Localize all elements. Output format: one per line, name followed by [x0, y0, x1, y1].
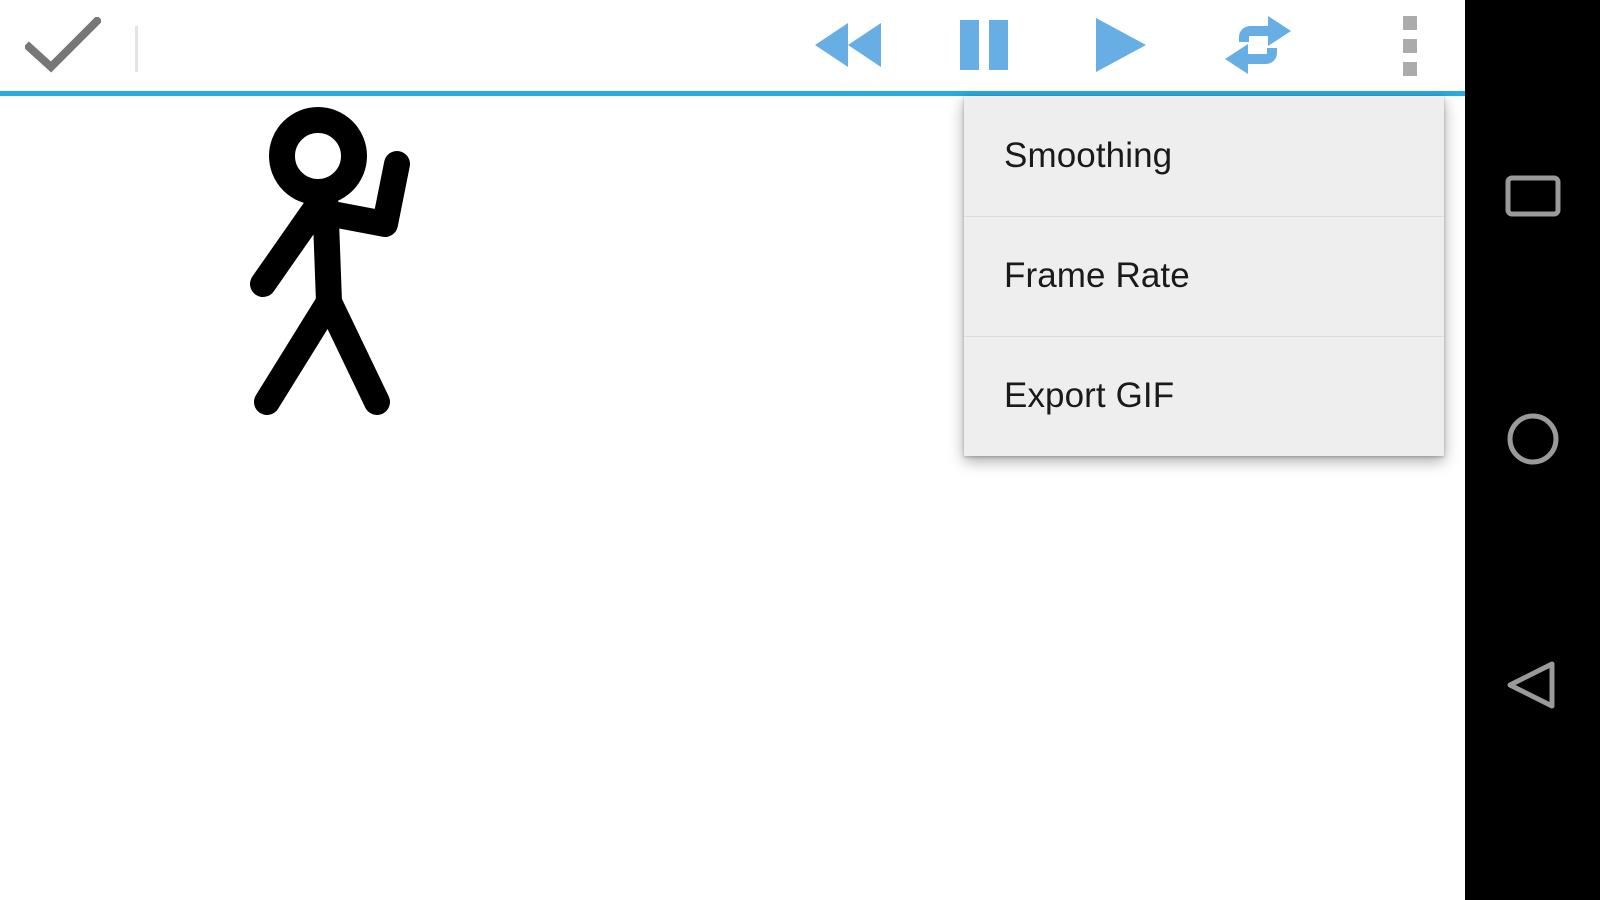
loop-button[interactable] — [1206, 6, 1310, 86]
pause-icon — [957, 18, 1011, 75]
nav-back-button[interactable] — [1465, 632, 1600, 742]
android-navigation-bar — [1465, 0, 1600, 900]
triangle-left-icon — [1502, 654, 1564, 721]
loop-icon — [1221, 14, 1295, 79]
top-toolbar — [0, 0, 1465, 110]
overflow-menu-button[interactable] — [1352, 6, 1440, 86]
menu-item-frame-rate[interactable]: Frame Rate — [964, 216, 1444, 336]
toolbar-divider — [135, 26, 138, 72]
square-icon — [1502, 164, 1564, 231]
pause-button[interactable] — [932, 6, 1036, 86]
app-area: Smoothing Frame Rate Export GIF — [0, 0, 1465, 900]
nav-home-button[interactable] — [1465, 386, 1600, 496]
confirm-check-button[interactable] — [14, 6, 112, 86]
rewind-button[interactable] — [796, 6, 900, 86]
play-button[interactable] — [1068, 6, 1172, 86]
stick-figure-drawing — [225, 106, 485, 431]
overflow-dropdown-menu: Smoothing Frame Rate Export GIF — [964, 96, 1444, 456]
app-root: Smoothing Frame Rate Export GIF — [0, 0, 1600, 900]
menu-item-export-gif[interactable]: Export GIF — [964, 336, 1444, 456]
more-vertical-icon — [1403, 16, 1417, 76]
check-icon — [23, 14, 103, 76]
menu-item-label: Export GIF — [1004, 376, 1175, 415]
menu-item-smoothing[interactable]: Smoothing — [964, 96, 1444, 216]
circle-icon — [1502, 408, 1564, 475]
menu-item-label: Frame Rate — [1004, 256, 1190, 295]
menu-item-label: Smoothing — [1004, 136, 1173, 175]
rewind-icon — [813, 20, 883, 73]
nav-recents-button[interactable] — [1465, 142, 1600, 252]
play-icon — [1092, 16, 1148, 77]
